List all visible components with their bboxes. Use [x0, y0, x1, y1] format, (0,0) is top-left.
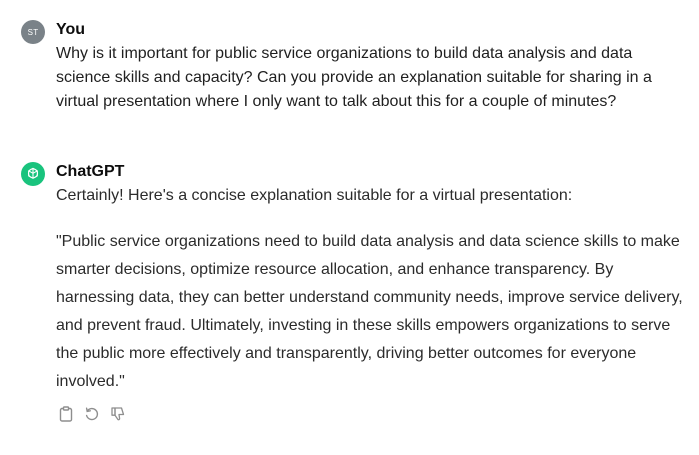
- copy-button[interactable]: [56, 404, 76, 424]
- assistant-avatar: [21, 162, 45, 186]
- message-actions: [56, 404, 689, 424]
- user-avatar: ST: [21, 20, 45, 44]
- assistant-message-content: ChatGPT Certainly! Here's a concise expl…: [56, 160, 689, 424]
- openai-logo-icon: [27, 167, 39, 179]
- copy-icon: [59, 406, 73, 422]
- assistant-paragraph-intro: Certainly! Here's a concise explanation …: [56, 187, 573, 204]
- user-message-text: Why is it important for public service o…: [56, 45, 652, 110]
- assistant-name: ChatGPT: [56, 163, 125, 180]
- user-message-content: You Why is it important for public servi…: [56, 18, 689, 114]
- user-avatar-initials: ST: [27, 27, 39, 37]
- assistant-paragraph-quote: "Public service organizations need to bu…: [56, 233, 683, 390]
- thumbs-down-button[interactable]: [108, 404, 128, 424]
- thumbs-down-icon: [111, 407, 125, 421]
- regenerate-button[interactable]: [82, 404, 102, 424]
- user-name: You: [56, 21, 86, 38]
- regenerate-icon: [85, 407, 99, 421]
